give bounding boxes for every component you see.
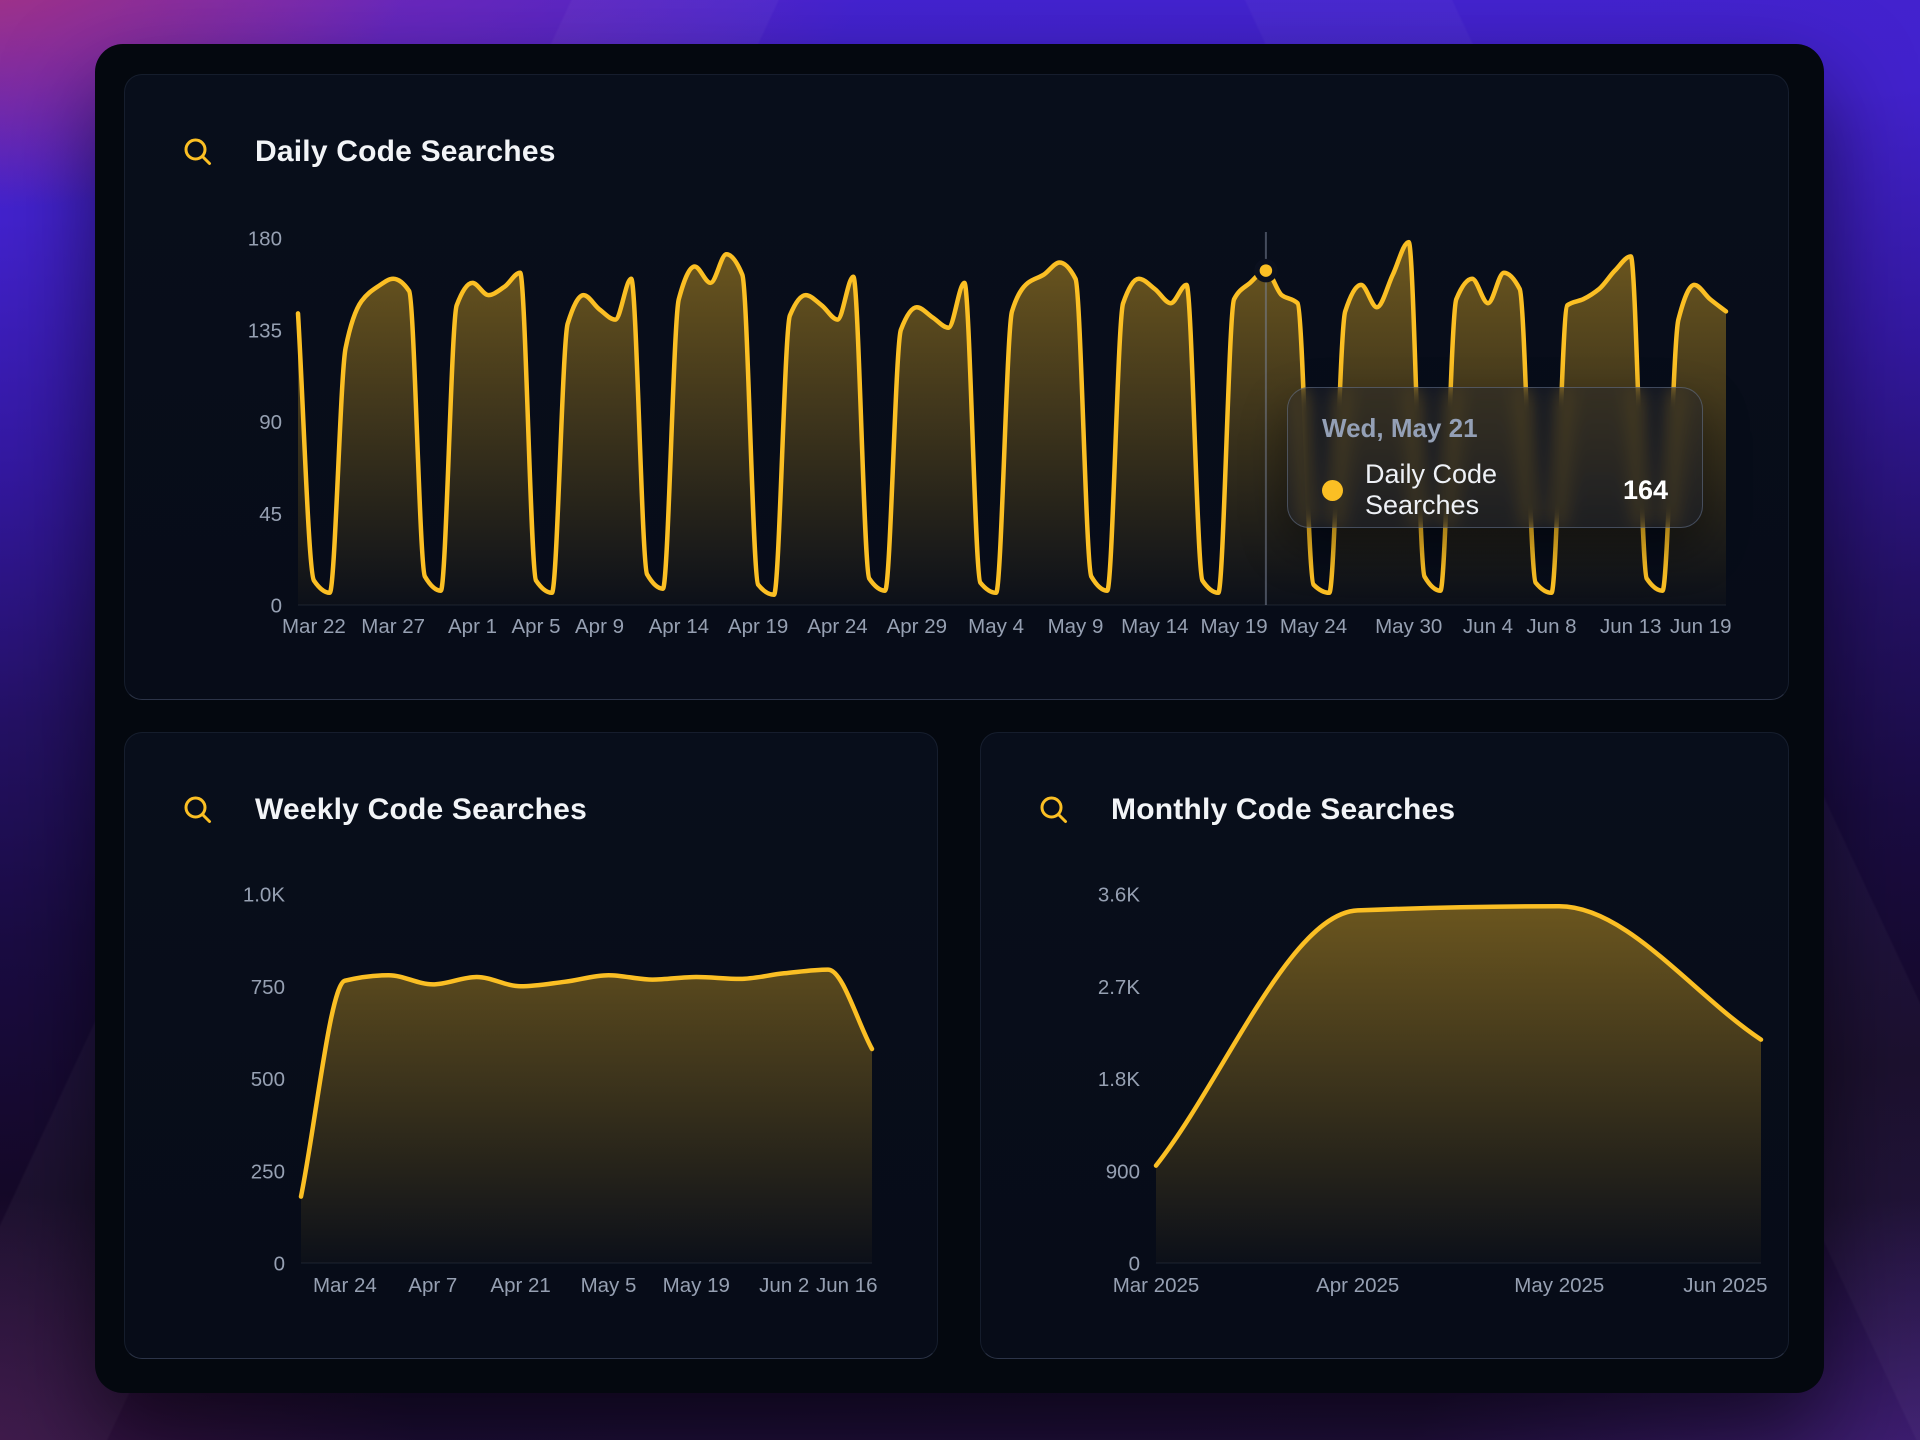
tooltip-date: Wed, May 21: [1322, 413, 1668, 444]
svg-text:Jun 16: Jun 16: [816, 1274, 878, 1297]
tooltip-value: 164: [1623, 475, 1668, 506]
svg-text:2.7K: 2.7K: [1098, 976, 1140, 999]
svg-text:90: 90: [259, 411, 282, 434]
svg-text:Apr 1: Apr 1: [448, 615, 497, 638]
svg-text:May 14: May 14: [1121, 615, 1188, 638]
tooltip-row: Daily Code Searches 164: [1322, 459, 1668, 521]
tooltip-series-label: Daily Code Searches: [1365, 459, 1593, 521]
dashboard-panel: Daily Code Searches 0 45 90 135 180 Mar 22 Mar…: [95, 44, 1824, 1393]
card-title-daily: Daily Code Searches: [255, 135, 556, 169]
svg-text:May 30: May 30: [1375, 615, 1442, 638]
svg-text:45: 45: [259, 503, 282, 526]
svg-text:Apr 14: Apr 14: [649, 615, 709, 638]
svg-text:Jun 2: Jun 2: [759, 1274, 809, 1297]
svg-text:May 4: May 4: [968, 615, 1024, 638]
card-header: Daily Code Searches: [181, 135, 556, 169]
svg-text:Apr 29: Apr 29: [887, 615, 947, 638]
card-title-weekly: Weekly Code Searches: [255, 793, 587, 827]
svg-text:May 2025: May 2025: [1514, 1274, 1604, 1297]
card-title-monthly: Monthly Code Searches: [1111, 793, 1455, 827]
svg-text:900: 900: [1106, 1160, 1140, 1183]
svg-text:135: 135: [248, 319, 282, 342]
series-dot-icon: [1322, 480, 1343, 501]
svg-text:Mar 24: Mar 24: [313, 1274, 377, 1297]
svg-text:1.8K: 1.8K: [1098, 1068, 1140, 1091]
weekly-code-searches-card: Weekly Code Searches 0 250 500 750 1.0K Mar 2…: [124, 732, 938, 1359]
svg-text:250: 250: [251, 1160, 285, 1183]
wallpaper-background: Daily Code Searches 0 45 90 135 180 Mar 22 Mar…: [0, 0, 1920, 1440]
svg-text:Apr 24: Apr 24: [807, 615, 867, 638]
svg-text:Jun 4: Jun 4: [1463, 615, 1513, 638]
svg-text:750: 750: [251, 976, 285, 999]
svg-text:180: 180: [248, 228, 282, 251]
search-icon: [181, 793, 215, 827]
monthly-code-searches-card: Monthly Code Searches 0 900 1.8K 2.7K 3.6K Ma…: [980, 732, 1789, 1359]
svg-text:Mar 22: Mar 22: [282, 615, 346, 638]
svg-text:May 9: May 9: [1048, 615, 1104, 638]
svg-text:Apr 2025: Apr 2025: [1316, 1274, 1399, 1297]
svg-text:Apr 9: Apr 9: [575, 615, 624, 638]
svg-text:0: 0: [1129, 1253, 1140, 1276]
svg-text:Apr 7: Apr 7: [408, 1274, 457, 1297]
svg-text:Jun 19: Jun 19: [1670, 615, 1732, 638]
svg-text:0: 0: [274, 1253, 285, 1276]
card-header: Weekly Code Searches: [181, 793, 587, 827]
svg-text:May 24: May 24: [1280, 615, 1347, 638]
svg-text:Apr 5: Apr 5: [512, 615, 561, 638]
svg-text:Jun 13: Jun 13: [1600, 615, 1662, 638]
card-header: Monthly Code Searches: [1037, 793, 1455, 827]
svg-text:0: 0: [271, 595, 282, 618]
svg-text:May 19: May 19: [1200, 615, 1267, 638]
svg-text:1.0K: 1.0K: [243, 884, 285, 907]
svg-text:500: 500: [251, 1068, 285, 1091]
svg-text:3.6K: 3.6K: [1098, 884, 1140, 907]
svg-text:Jun 2025: Jun 2025: [1683, 1274, 1767, 1297]
svg-text:Mar 27: Mar 27: [361, 615, 425, 638]
svg-text:Jun 8: Jun 8: [1526, 615, 1576, 638]
search-icon: [181, 135, 215, 169]
chart-tooltip: Wed, May 21 Daily Code Searches 164: [1287, 387, 1703, 528]
daily-code-searches-card: Daily Code Searches 0 45 90 135 180 Mar 22 Mar…: [124, 74, 1789, 700]
svg-text:Apr 19: Apr 19: [728, 615, 788, 638]
svg-text:Apr 21: Apr 21: [490, 1274, 550, 1297]
svg-text:May 19: May 19: [663, 1274, 730, 1297]
svg-text:Mar 2025: Mar 2025: [1113, 1274, 1200, 1297]
svg-text:May 5: May 5: [581, 1274, 637, 1297]
search-icon: [1037, 793, 1071, 827]
